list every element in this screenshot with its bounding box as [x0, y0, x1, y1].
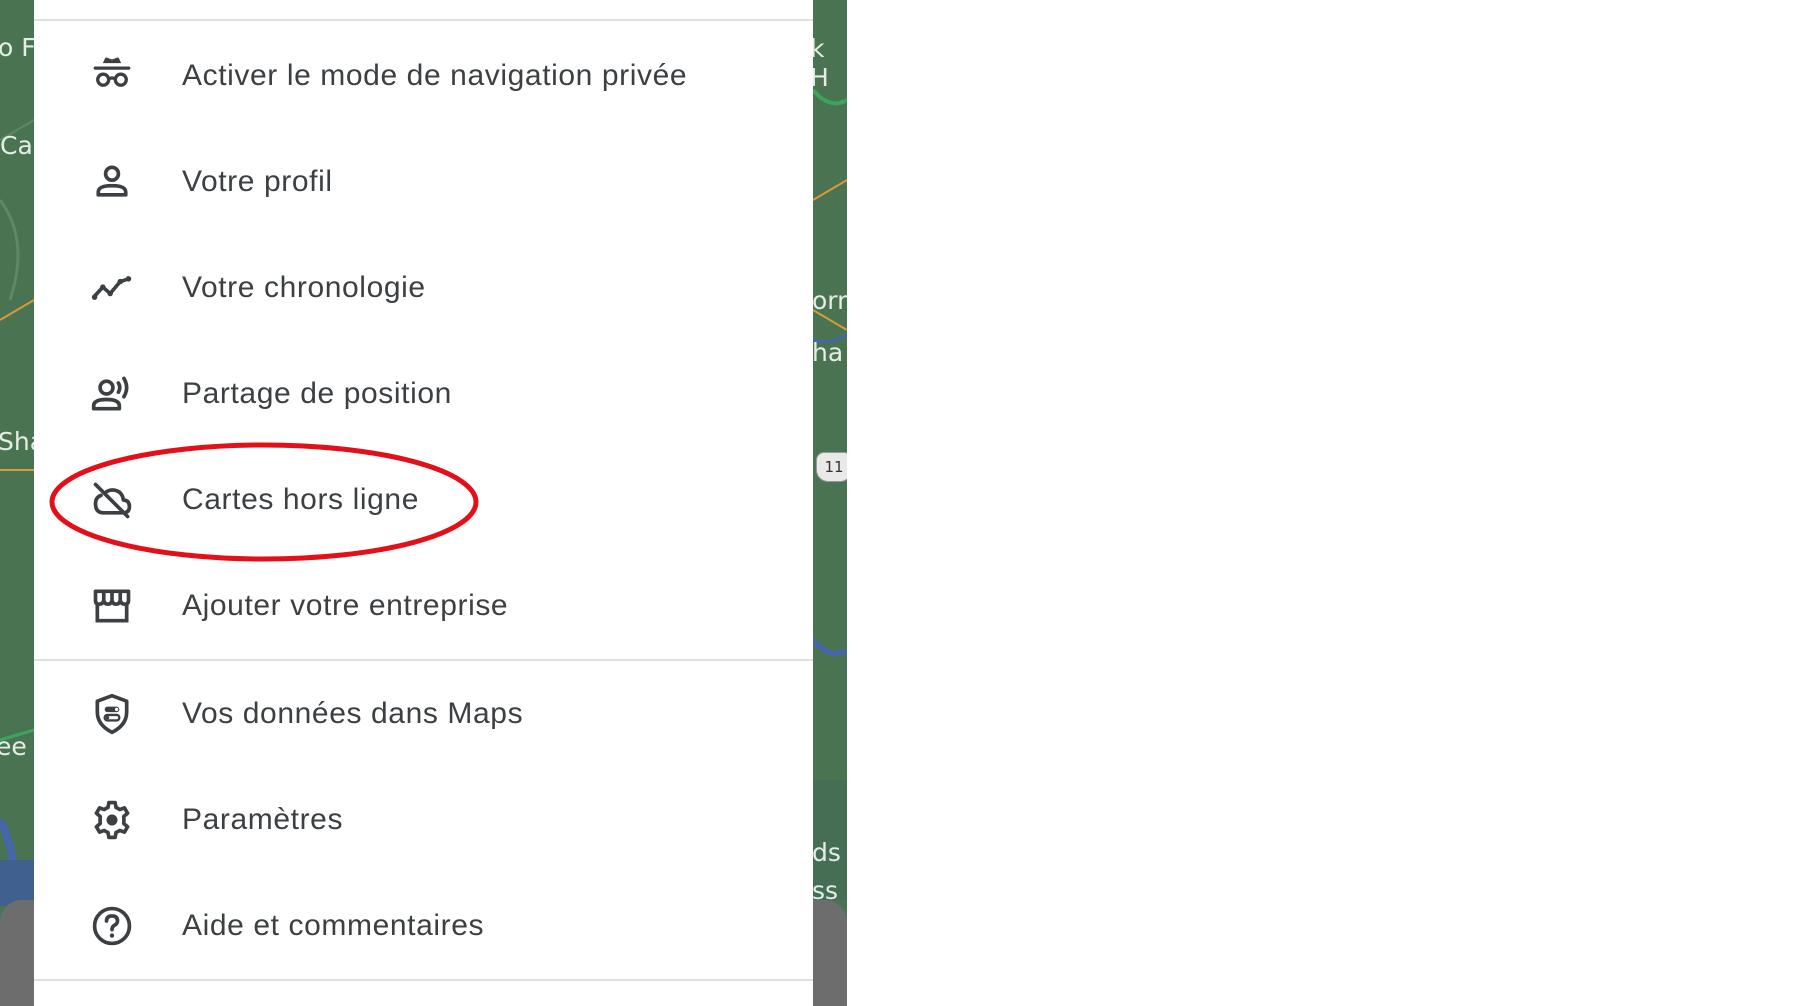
- side-menu-drawer: Activer le mode de navigation privée Vot…: [34, 0, 813, 1006]
- menu-item-your-data[interactable]: Vos données dans Maps: [34, 661, 813, 767]
- menu-item-label: Votre profil: [182, 165, 333, 198]
- map-place-label: ds: [812, 838, 841, 867]
- bottom-sheet-edge: [813, 900, 847, 1006]
- phone-screen: o F Ca Sha ee k H orn ha ds ss 11 Active…: [0, 0, 847, 1006]
- map-place-label: o F: [0, 33, 36, 62]
- map-place-label: orn: [812, 286, 847, 315]
- storefront-icon: [90, 584, 134, 628]
- menu-item-profile[interactable]: Votre profil: [34, 129, 813, 235]
- cloud-off-icon: [90, 478, 134, 522]
- menu-item-label: Activer le mode de navigation privée: [182, 59, 688, 92]
- screenshot-canvas: o F Ca Sha ee k H orn ha ds ss 11 Active…: [0, 0, 1800, 1006]
- menu-item-label: Aide et commentaires: [182, 909, 485, 942]
- menu-divider: [34, 979, 813, 981]
- incognito-icon: [90, 54, 134, 98]
- timeline-icon: [90, 266, 134, 310]
- gear-icon: [90, 798, 134, 842]
- menu-item-offline-maps[interactable]: Cartes hors ligne: [34, 447, 813, 553]
- menu-item-label: Votre chronologie: [182, 271, 426, 304]
- map-place-label: k H: [810, 34, 829, 92]
- menu-item-label: Paramètres: [182, 803, 344, 836]
- menu-item-label: Partage de position: [182, 377, 452, 410]
- map-place-label: Ca: [0, 131, 33, 160]
- location-sharing-icon: [90, 372, 134, 416]
- menu-item-label: Cartes hors ligne: [182, 483, 419, 516]
- menu-item-label: Ajouter votre entreprise: [182, 589, 509, 622]
- menu-divider: [34, 19, 813, 21]
- help-icon: [90, 904, 134, 948]
- shield-data-icon: [90, 692, 134, 736]
- map-place-label: ee: [0, 732, 27, 761]
- bottom-sheet-edge: [0, 900, 34, 1006]
- map-place-label: ha: [812, 338, 844, 367]
- menu-item-incognito[interactable]: Activer le mode de navigation privée: [34, 23, 813, 129]
- highway-shield: 11: [816, 452, 847, 482]
- person-icon: [90, 160, 134, 204]
- menu-item-location-sharing[interactable]: Partage de position: [34, 341, 813, 447]
- menu-item-add-business[interactable]: Ajouter votre entreprise: [34, 553, 813, 659]
- menu-item-settings[interactable]: Paramètres: [34, 767, 813, 873]
- menu-item-label: Vos données dans Maps: [182, 697, 524, 730]
- menu-item-help[interactable]: Aide et commentaires: [34, 873, 813, 979]
- menu-item-timeline[interactable]: Votre chronologie: [34, 235, 813, 341]
